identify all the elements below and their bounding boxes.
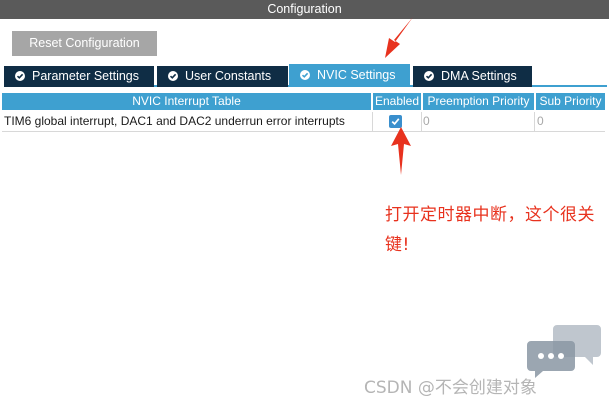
tab-label: User Constants [185, 69, 272, 83]
column-header-sub-priority[interactable]: Sub Priority [536, 93, 605, 110]
preemption-priority-cell[interactable]: 0 [423, 112, 533, 131]
column-header-interrupt-table[interactable]: NVIC Interrupt Table [2, 93, 371, 110]
window-title-bar: Configuration [0, 0, 609, 19]
window-title: Configuration [267, 2, 342, 16]
column-divider [372, 112, 373, 132]
column-header-preemption-priority[interactable]: Preemption Priority [423, 93, 534, 110]
check-circle-icon [300, 70, 310, 80]
tab-label: Parameter Settings [32, 69, 139, 83]
check-circle-icon [15, 71, 25, 81]
chat-bubble-icon [527, 325, 601, 378]
tab-label: NVIC Settings [317, 68, 396, 82]
tab-dma-settings[interactable]: DMA Settings [413, 66, 532, 87]
column-divider [534, 112, 535, 132]
sub-priority-cell[interactable]: 0 [537, 112, 604, 131]
red-arrow-icon [385, 17, 413, 58]
row-divider [2, 131, 605, 132]
tab-label: DMA Settings [441, 69, 517, 83]
watermark: CSDN @不会创建对象 [364, 378, 537, 398]
column-header-enabled[interactable]: Enabled [373, 93, 421, 110]
annotation-note: 打开定时器中断，这个很关键! [385, 205, 595, 255]
interrupt-name-cell: TIM6 global interrupt, DAC1 and DAC2 und… [4, 114, 345, 128]
red-arrow-icon [391, 127, 411, 175]
column-divider [421, 112, 422, 132]
check-circle-icon [168, 71, 178, 81]
tab-parameter-settings[interactable]: Parameter Settings [4, 66, 154, 87]
check-circle-icon [424, 71, 434, 81]
tab-bar: Parameter Settings User Constants NVIC S… [4, 64, 607, 87]
reset-configuration-button[interactable]: Reset Configuration [12, 31, 157, 56]
check-icon [391, 118, 400, 126]
tab-nvic-settings[interactable]: NVIC Settings [289, 64, 410, 87]
tab-user-constants[interactable]: User Constants [157, 66, 288, 87]
